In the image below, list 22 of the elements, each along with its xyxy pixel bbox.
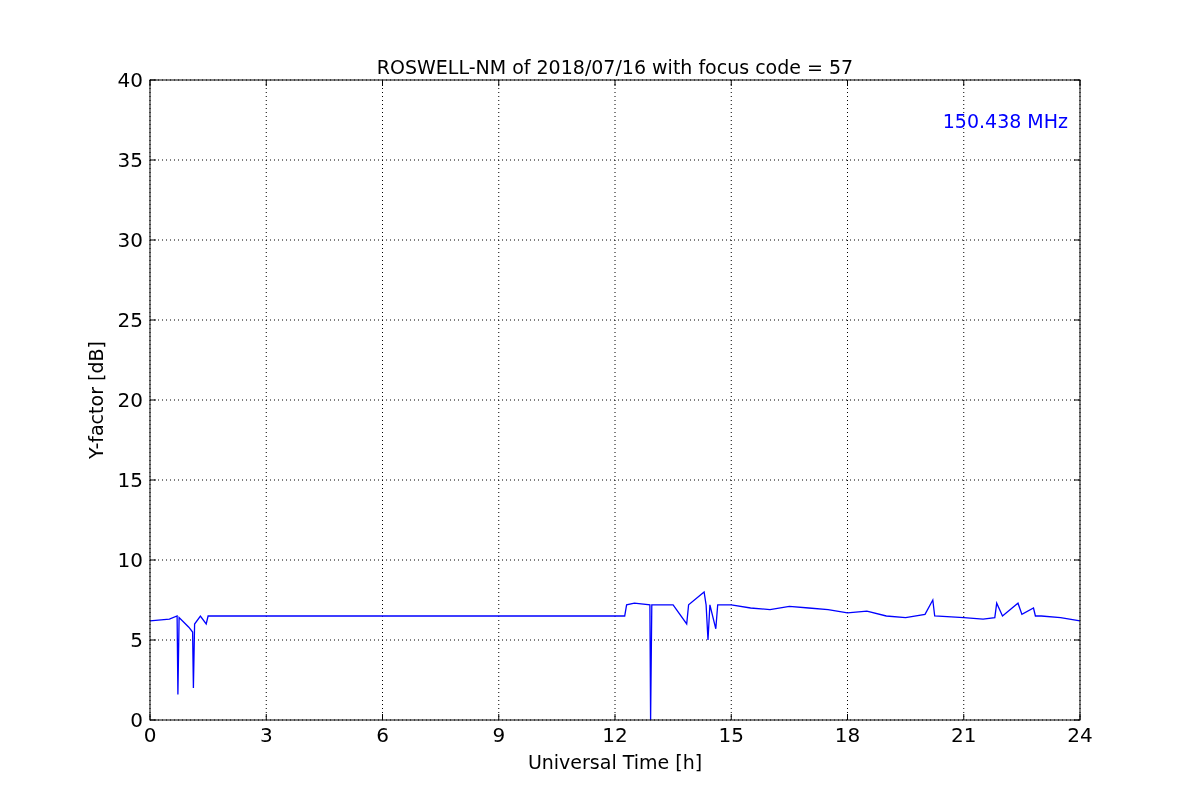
tick-label: 3 xyxy=(259,723,273,747)
x-axis-label: Universal Time [h] xyxy=(527,751,703,773)
tick-label: 9 xyxy=(492,723,506,747)
legend-label: 150.438 MHz xyxy=(942,110,1068,132)
chart-title: ROSWELL-NM of 2018/07/16 with focus code = 57 xyxy=(376,56,854,78)
tick-label: 24 xyxy=(1067,723,1093,747)
tick-label: 30 xyxy=(117,228,143,252)
tick-label: 21 xyxy=(951,723,977,747)
tick-label: 18 xyxy=(834,723,861,747)
tick-label: 0 xyxy=(143,723,157,747)
tick-label: 5 xyxy=(130,628,143,652)
tick-label: 15 xyxy=(117,468,143,492)
tick-label: 15 xyxy=(718,723,744,747)
tick-label: 10 xyxy=(117,548,143,572)
y-axis-label: Y-factor [dB] xyxy=(85,341,107,459)
tick-label: 6 xyxy=(376,723,389,747)
tick-label: 35 xyxy=(117,148,143,172)
tick-label: 20 xyxy=(117,388,143,412)
tick-label: 25 xyxy=(117,308,143,332)
tick-label: 12 xyxy=(602,723,628,747)
tick-label: 0 xyxy=(130,708,143,732)
tick-label: 40 xyxy=(117,68,143,92)
